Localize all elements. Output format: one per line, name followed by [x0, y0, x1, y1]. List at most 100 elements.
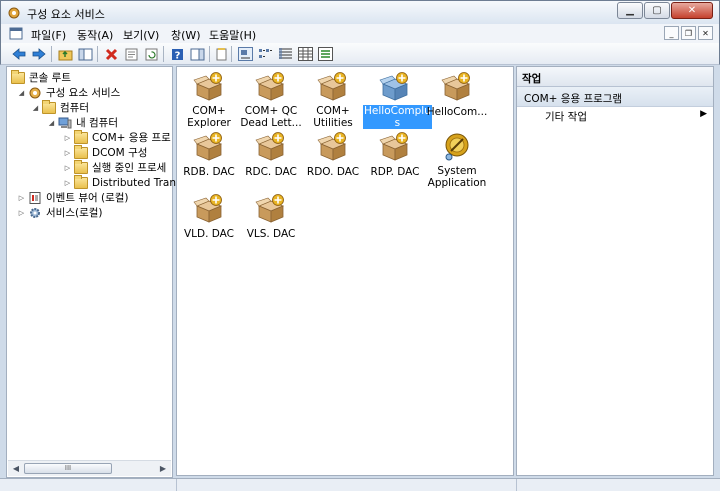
com-application-item[interactable]: HelloComplu s: [363, 71, 432, 129]
com-application-item[interactable]: HelloCom...: [425, 71, 489, 118]
component-services-icon: [29, 87, 41, 98]
show-action-pane-icon[interactable]: [189, 46, 205, 62]
properties-icon[interactable]: [123, 46, 139, 62]
tree-item-distributed-transaction[interactable]: ▷ Distributed Trans: [63, 174, 181, 190]
details-icon[interactable]: [297, 46, 313, 62]
expand-arrow-icon[interactable]: ▷: [17, 194, 26, 202]
tree-item-running-processes[interactable]: ▷ 실행 중인 프로세: [63, 159, 166, 175]
expand-arrow-icon[interactable]: ▷: [17, 209, 26, 217]
close-button[interactable]: ✕: [671, 2, 713, 19]
tree-horizontal-scrollbar[interactable]: ◀ III ▶: [8, 460, 171, 476]
large-icons-icon[interactable]: [237, 46, 253, 62]
com-application-item[interactable]: System Application: [425, 131, 489, 189]
folder-icon: [42, 99, 56, 114]
menu-file[interactable]: 파일(F): [31, 27, 66, 43]
com-package-icon: [193, 131, 225, 163]
tree-item-dcom-config[interactable]: ▷ DCOM 구성: [63, 144, 147, 160]
title-bar: 구성 요소 서비스 ▁ ▢ ✕: [0, 0, 720, 24]
com-application-item[interactable]: RDP. DAC: [363, 131, 427, 178]
status-divider: [176, 479, 177, 491]
status-divider: [516, 479, 517, 491]
com-package-blue-icon: [379, 71, 411, 103]
com-applications-list[interactable]: COM+ Explorer COM+ QC Dead Lett... COM+ …: [176, 66, 514, 476]
collapse-arrow-icon[interactable]: ◢: [31, 104, 40, 112]
menu-action[interactable]: 동작(A): [77, 27, 113, 43]
com-application-item[interactable]: COM+ QC Dead Lett...: [239, 71, 303, 129]
com-application-label: HelloComplu s: [363, 105, 432, 129]
action-pane: 작업 COM+ 응용 프로그램 기타 작업 ▶: [516, 66, 714, 476]
folder-open-icon: [11, 69, 25, 84]
com-package-icon: [317, 131, 349, 163]
tree-item-computers[interactable]: ◢ 컴퓨터: [31, 99, 89, 115]
com-application-label: COM+ Utilities: [313, 105, 353, 129]
minimize-button[interactable]: ▁: [617, 2, 643, 19]
com-application-label: VLD. DAC: [183, 228, 235, 240]
status-bar: [0, 478, 720, 491]
submenu-arrow-icon: ▶: [700, 109, 707, 119]
com-application-item[interactable]: VLS. DAC: [239, 193, 303, 240]
com-application-item[interactable]: VLD. DAC: [177, 193, 241, 240]
com-application-item[interactable]: COM+ Explorer: [177, 71, 241, 129]
com-application-label: COM+ Explorer: [187, 105, 231, 129]
com-application-item[interactable]: RDC. DAC: [239, 131, 303, 178]
expand-arrow-icon[interactable]: ▷: [63, 179, 72, 187]
scrollbar-thumb[interactable]: III: [24, 463, 112, 474]
scroll-left-arrow-icon[interactable]: ◀: [10, 463, 22, 475]
system-application-icon: [441, 131, 473, 163]
expand-arrow-icon[interactable]: ▷: [63, 164, 72, 172]
toolbar: ?: [0, 43, 720, 65]
collapse-arrow-icon[interactable]: ◢: [17, 89, 26, 97]
refresh-icon[interactable]: [143, 46, 159, 62]
com-package-icon: [317, 71, 349, 103]
maximize-button[interactable]: ▢: [644, 2, 670, 19]
collapse-arrow-icon[interactable]: ◢: [47, 119, 56, 127]
up-folder-icon[interactable]: [57, 46, 73, 62]
com-package-icon: [441, 71, 473, 103]
folder-icon: [74, 144, 88, 159]
list-icon[interactable]: [277, 46, 293, 62]
delete-icon[interactable]: [103, 46, 119, 62]
child-restore-button[interactable]: ❐: [681, 26, 696, 40]
menu-view[interactable]: 보기(V): [123, 27, 159, 43]
back-arrow-icon[interactable]: [11, 46, 27, 62]
com-application-item[interactable]: RDO. DAC: [301, 131, 365, 178]
menu-help[interactable]: 도움말(H): [209, 27, 256, 43]
action-section-com-applications[interactable]: COM+ 응용 프로그램: [517, 87, 713, 107]
small-icons-icon[interactable]: [257, 46, 273, 62]
com-application-label: COM+ QC Dead Lett...: [240, 105, 302, 129]
com-application-label: System Application: [427, 165, 487, 189]
child-minimize-button[interactable]: _: [664, 26, 679, 40]
tree-item-com-applications[interactable]: ▷ COM+ 응용 프로: [63, 129, 171, 145]
folder-icon: [74, 174, 88, 189]
show-tree-icon[interactable]: [77, 46, 93, 62]
expand-arrow-icon[interactable]: ▷: [63, 134, 72, 142]
com-application-label: RDC. DAC: [245, 166, 297, 178]
console-document-icon[interactable]: [9, 27, 23, 40]
status-view-icon[interactable]: [317, 46, 333, 62]
console-tree-pane[interactable]: 콘솔 루트 ◢ 구성 요소 서비스 ◢ 컴퓨터 ◢ 내 컴퓨터 ▷ COM+ 응…: [6, 66, 181, 478]
tree-item-services-local[interactable]: ▷ 서비스(로컬): [17, 205, 103, 220]
event-viewer-icon: [29, 191, 41, 204]
services-gear-icon: [30, 207, 40, 218]
com-package-icon: [255, 71, 287, 103]
menu-window[interactable]: 창(W): [171, 27, 201, 43]
child-close-button[interactable]: ✕: [698, 26, 713, 40]
tree-item-component-services[interactable]: ◢ 구성 요소 서비스: [17, 85, 120, 100]
com-application-label: RDP. DAC: [370, 166, 420, 178]
com-application-label: RDB. DAC: [183, 166, 235, 178]
tree-item-event-viewer[interactable]: ▷ 이벤트 뷰어 (로컬): [17, 190, 129, 205]
component-services-app-icon: [8, 7, 20, 19]
action-more-actions[interactable]: 기타 작업 ▶: [545, 109, 707, 124]
forward-arrow-icon[interactable]: [31, 46, 47, 62]
scroll-right-arrow-icon[interactable]: ▶: [157, 463, 169, 475]
com-application-item[interactable]: COM+ Utilities: [301, 71, 365, 129]
tree-item-my-computer[interactable]: ◢ 내 컴퓨터: [47, 115, 118, 130]
export-list-icon[interactable]: [213, 46, 229, 62]
expand-arrow-icon[interactable]: ▷: [63, 149, 72, 157]
help-icon[interactable]: ?: [169, 46, 185, 62]
com-application-item[interactable]: RDB. DAC: [177, 131, 241, 178]
tree-item-console-root[interactable]: 콘솔 루트: [11, 69, 71, 85]
close-icon: ✕: [687, 5, 697, 16]
minimize-icon: ▁: [626, 5, 634, 16]
folder-icon: [74, 129, 88, 144]
